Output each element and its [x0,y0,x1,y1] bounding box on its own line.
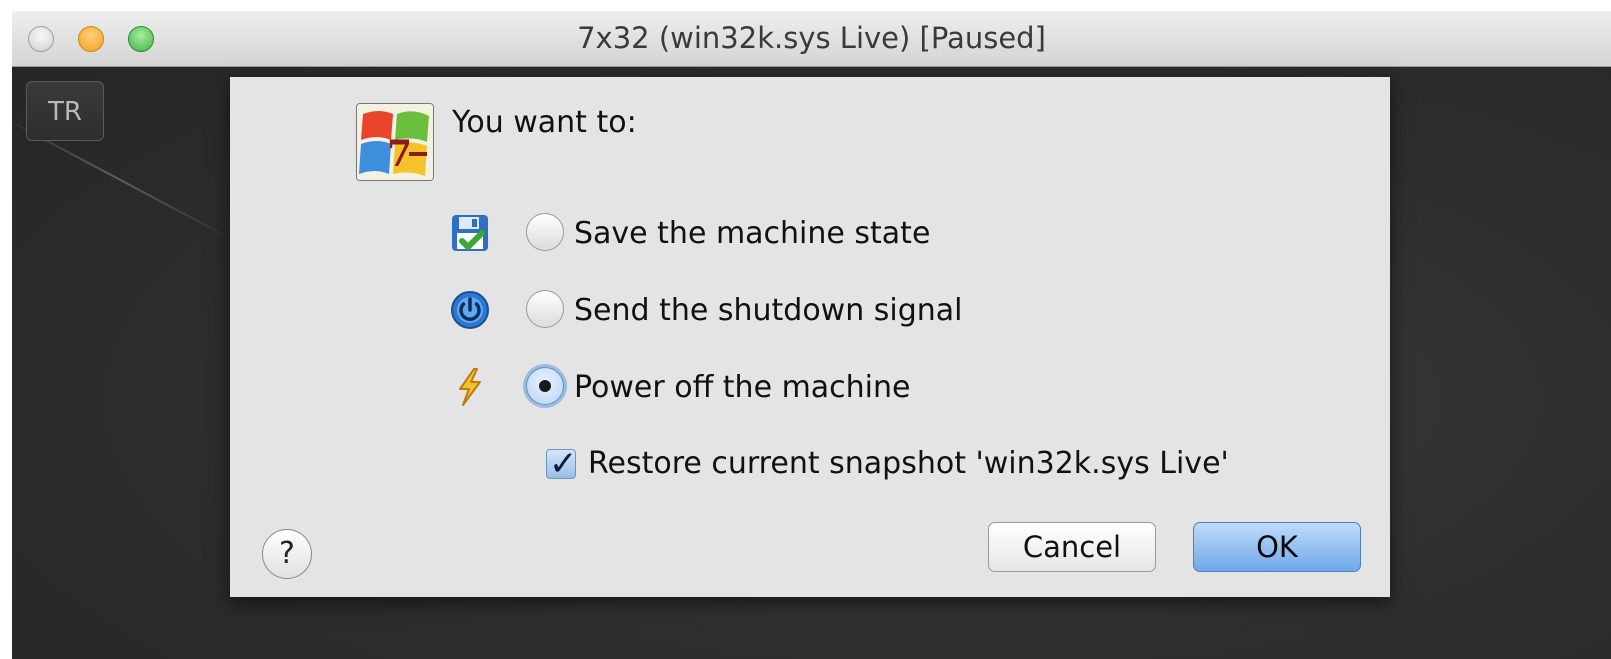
vm-window: 7x32 (win32k.sys Live) [Paused] TR 7 You… [12,11,1611,659]
title-bar[interactable]: 7x32 (win32k.sys Live) [Paused] [12,11,1611,67]
tr-button[interactable]: TR [26,81,104,141]
power-button-icon [450,290,490,330]
restore-snapshot-label: Restore current snapshot 'win32k.sys Liv… [588,446,1229,481]
checkmark-icon: ✓ [549,444,578,484]
save-state-radio[interactable] [526,213,564,251]
restore-snapshot-checkbox[interactable]: ✓ [546,444,578,484]
shutdown-signal-radio[interactable] [526,290,564,328]
power-off-radio[interactable] [526,367,564,405]
power-off-label: Power off the machine [574,370,911,405]
lightning-bolt-icon [450,367,490,407]
help-button[interactable]: ? [262,529,312,579]
ok-button[interactable]: OK [1193,522,1361,572]
shutdown-signal-label: Send the shutdown signal [574,293,963,328]
svg-text:7: 7 [387,133,412,175]
dialog-prompt: You want to: [452,105,637,140]
floppy-disk-save-icon [450,213,490,253]
window-title: 7x32 (win32k.sys Live) [Paused] [577,21,1046,55]
windows7-logo-icon: 7 [356,103,434,181]
save-state-label: Save the machine state [574,216,931,251]
close-vm-dialog: 7 You want to: Save the machine state Se… [230,77,1390,597]
cancel-button[interactable]: Cancel [988,522,1156,572]
